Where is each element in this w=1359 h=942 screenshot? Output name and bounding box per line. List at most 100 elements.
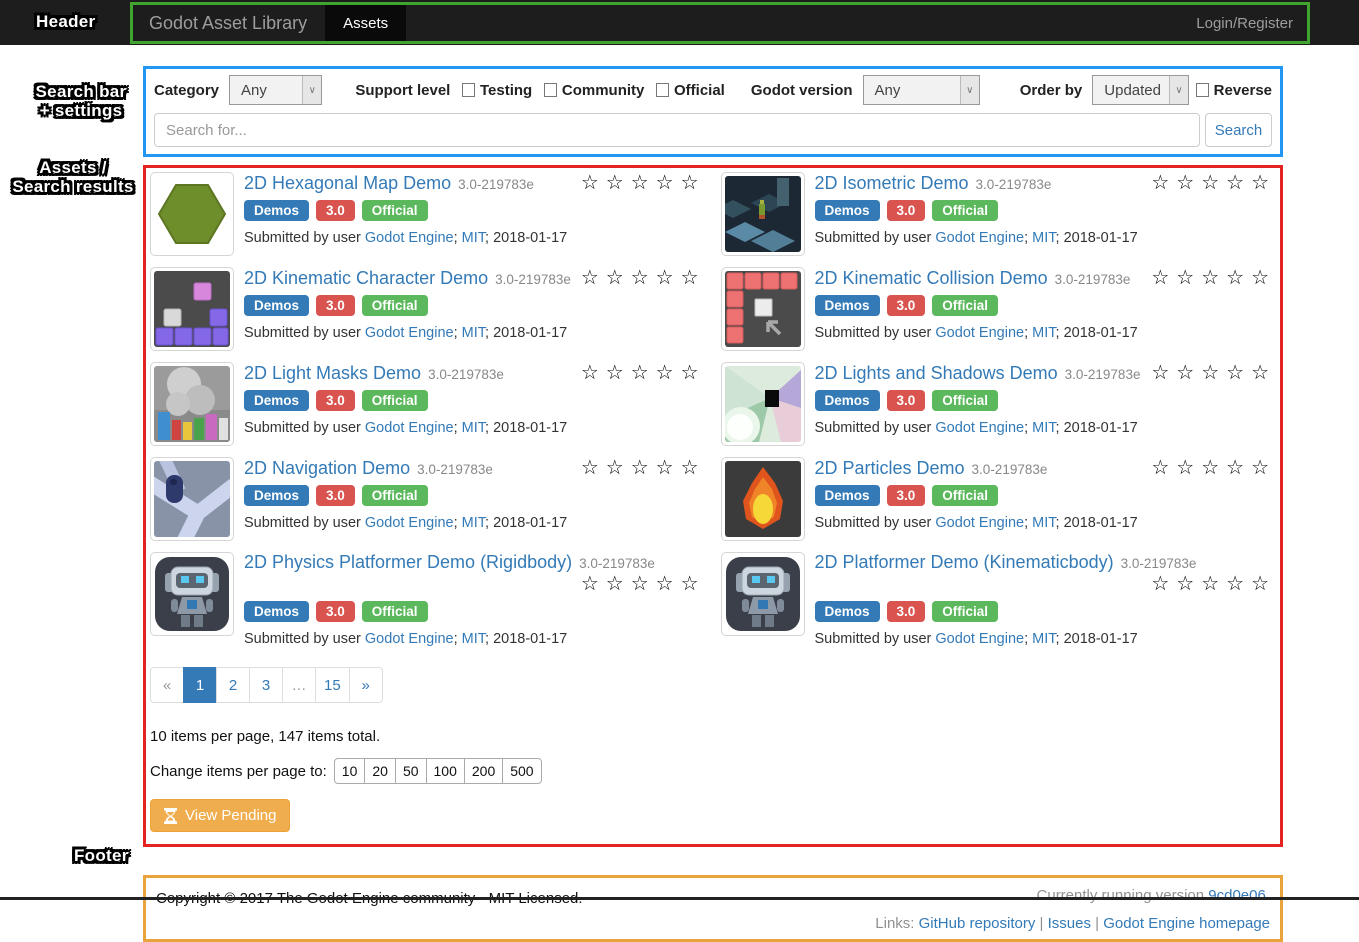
pagination-page-3[interactable]: 3: [249, 667, 283, 703]
asset-thumbnail[interactable]: [721, 362, 805, 446]
asset-thumbnail[interactable]: [721, 552, 805, 636]
asset-version: 3.0-219783e: [417, 462, 493, 477]
asset-thumbnail[interactable]: [150, 172, 234, 256]
author-link[interactable]: Godot Engine: [935, 420, 1024, 436]
version-badge: 3.0: [316, 601, 355, 622]
support-badge: Official: [932, 485, 998, 506]
godot-version-label: Godot version: [751, 82, 853, 99]
category-badge[interactable]: Demos: [244, 200, 309, 221]
search-button[interactable]: Search: [1205, 113, 1272, 147]
community-checkbox[interactable]: [544, 83, 557, 97]
author-link[interactable]: Godot Engine: [365, 631, 454, 647]
license-link[interactable]: MIT: [462, 325, 485, 341]
testing-checkbox[interactable]: [462, 83, 475, 97]
license-link[interactable]: MIT: [1032, 230, 1055, 246]
asset-thumbnail[interactable]: [721, 457, 805, 541]
asset-thumbnail[interactable]: [150, 267, 234, 351]
author-link[interactable]: Godot Engine: [365, 515, 454, 531]
license-link[interactable]: MIT: [1032, 515, 1055, 531]
asset-title-link[interactable]: 2D Kinematic Collision Demo: [815, 268, 1048, 288]
asset-title-link[interactable]: 2D Physics Platformer Demo (Rigidbody): [244, 552, 572, 572]
submitted-line: Submitted by user Godot Engine; MIT; 201…: [244, 325, 706, 341]
github-repository-link[interactable]: GitHub repository: [919, 915, 1036, 932]
order-by-select[interactable]: Updated ∨: [1092, 75, 1189, 105]
support-badge: Official: [362, 601, 428, 622]
asset-title-link[interactable]: 2D Isometric Demo: [815, 173, 969, 193]
per-page-200[interactable]: 200: [464, 758, 503, 784]
author-link[interactable]: Godot Engine: [365, 325, 454, 341]
asset-thumbnail[interactable]: [721, 267, 805, 351]
category-badge[interactable]: Demos: [244, 295, 309, 316]
version-badge: 3.0: [887, 295, 926, 316]
asset-title-link[interactable]: 2D Navigation Demo: [244, 458, 410, 478]
author-link[interactable]: Godot Engine: [365, 230, 454, 246]
submit-date: 2018-01-17: [493, 230, 567, 246]
license-link[interactable]: MIT: [1032, 420, 1055, 436]
light-cones-thumbnail-icon: [725, 366, 801, 442]
godot-homepage-link[interactable]: Godot Engine homepage: [1103, 915, 1270, 932]
category-badge[interactable]: Demos: [815, 295, 880, 316]
asset-thumbnail[interactable]: [150, 552, 234, 636]
author-link[interactable]: Godot Engine: [935, 631, 1024, 647]
hourglass-icon: [164, 808, 177, 824]
category-badge[interactable]: Demos: [244, 390, 309, 411]
support-badge: Official: [362, 485, 428, 506]
asset-title-link[interactable]: 2D Light Masks Demo: [244, 363, 421, 383]
license-link[interactable]: MIT: [462, 420, 485, 436]
version-link[interactable]: 9cd0e06: [1208, 887, 1266, 904]
rating-stars: ☆☆☆☆☆: [1151, 457, 1276, 480]
official-checkbox[interactable]: [656, 83, 669, 97]
license-link[interactable]: MIT: [1032, 325, 1055, 341]
category-badge[interactable]: Demos: [815, 485, 880, 506]
category-badge[interactable]: Demos: [244, 601, 309, 622]
category-select[interactable]: Any ∨: [229, 75, 322, 105]
category-badge[interactable]: Demos: [815, 200, 880, 221]
pagination-prev[interactable]: «: [150, 667, 184, 703]
author-link[interactable]: Godot Engine: [935, 515, 1024, 531]
asset-title-link[interactable]: 2D Particles Demo: [815, 458, 965, 478]
per-page-options: 10 20 50 100 200 500: [334, 758, 542, 784]
asset-thumbnail[interactable]: [150, 362, 234, 446]
per-page-500[interactable]: 500: [502, 758, 541, 784]
search-input[interactable]: [154, 113, 1200, 147]
per-page-10[interactable]: 10: [334, 758, 366, 784]
license-link[interactable]: MIT: [462, 631, 485, 647]
author-link[interactable]: Godot Engine: [365, 420, 454, 436]
view-pending-button[interactable]: View Pending: [150, 799, 290, 832]
category-badge[interactable]: Demos: [815, 390, 880, 411]
license-link[interactable]: MIT: [1032, 631, 1055, 647]
pagination-next[interactable]: »: [349, 667, 383, 703]
license-link[interactable]: MIT: [462, 515, 485, 531]
reverse-checkbox[interactable]: [1196, 83, 1209, 97]
version-badge: 3.0: [316, 390, 355, 411]
asset-thumbnail[interactable]: [150, 457, 234, 541]
asset-version: 3.0-219783e: [1065, 367, 1141, 382]
license-link[interactable]: MIT: [462, 230, 485, 246]
author-link[interactable]: Godot Engine: [935, 325, 1024, 341]
asset-title-link[interactable]: 2D Lights and Shadows Demo: [815, 363, 1058, 383]
login-register-link[interactable]: Login/Register: [1196, 5, 1307, 41]
asset-title-link[interactable]: 2D Platformer Demo (Kinematicbody): [815, 552, 1114, 572]
category-badge[interactable]: Demos: [244, 485, 309, 506]
pagination-page-15[interactable]: 15: [315, 667, 350, 703]
asset-thumbnail[interactable]: [721, 172, 805, 256]
pagination-page-2[interactable]: 2: [216, 667, 250, 703]
top-header-bar: Godot Asset Library Assets Login/Registe…: [0, 0, 1359, 45]
author-link[interactable]: Godot Engine: [935, 230, 1024, 246]
issues-link[interactable]: Issues: [1048, 915, 1091, 932]
chevron-down-icon: ∨: [302, 76, 321, 104]
submitted-line: Submitted by user Godot Engine; MIT; 201…: [244, 631, 706, 647]
per-page-100[interactable]: 100: [426, 758, 465, 784]
per-page-20[interactable]: 20: [364, 758, 396, 784]
category-badge[interactable]: Demos: [815, 601, 880, 622]
search-settings-panel: Category Any ∨ Support level Testing Com…: [143, 66, 1283, 157]
pagination-page-1[interactable]: 1: [183, 667, 217, 703]
tab-assets[interactable]: Assets: [325, 5, 406, 41]
submitted-line: Submitted by user Godot Engine; MIT; 201…: [815, 230, 1277, 246]
asset-card: 2D Navigation Demo3.0-219783e ☆☆☆☆☆ Demo…: [149, 456, 706, 544]
asset-title-link[interactable]: 2D Kinematic Character Demo: [244, 268, 488, 288]
per-page-50[interactable]: 50: [395, 758, 427, 784]
asset-title-link[interactable]: 2D Hexagonal Map Demo: [244, 173, 451, 193]
godot-version-select[interactable]: Any ∨: [863, 75, 980, 105]
official-checkbox-label: Official: [674, 82, 725, 99]
